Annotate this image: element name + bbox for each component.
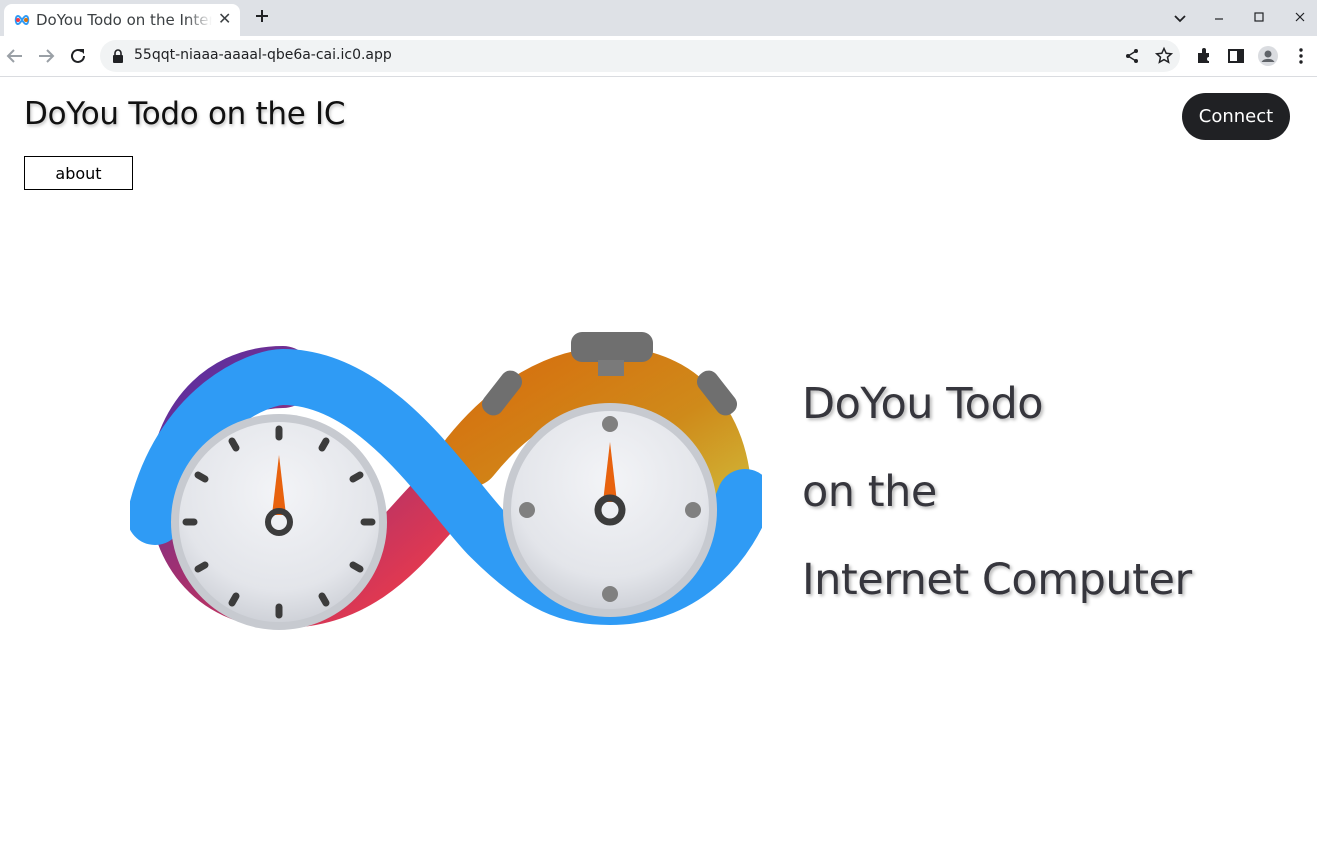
- right-clock-icon: [503, 403, 717, 617]
- hero-text: DoYou Todo on the Internet Computer: [802, 360, 1192, 624]
- infinity-icon: [14, 14, 30, 26]
- tab-strip: DoYou Todo on the Internet Computer ✕: [0, 0, 1317, 36]
- menu-icon[interactable]: [1291, 46, 1311, 66]
- lock-icon[interactable]: [112, 49, 124, 63]
- extensions-icon[interactable]: [1194, 46, 1214, 66]
- hero-line-1: DoYou Todo: [802, 379, 1044, 429]
- infinity-stopwatch-logo: [130, 332, 762, 630]
- forward-icon[interactable]: [35, 45, 57, 67]
- tab-close-icon[interactable]: ✕: [218, 9, 231, 28]
- hero-line-2: on the: [802, 467, 937, 517]
- close-icon[interactable]: [1290, 8, 1310, 28]
- tab-search-icon[interactable]: [1170, 8, 1190, 28]
- browser-toolbar: 55qqt-niaaa-aaaal-qbe6a-cai.ic0.app: [0, 36, 1317, 77]
- minimize-icon[interactable]: [1209, 8, 1229, 28]
- about-button[interactable]: about: [24, 156, 133, 190]
- site-title: DoYou Todo on the IC: [24, 96, 346, 132]
- browser-tab[interactable]: DoYou Todo on the Internet Computer ✕: [4, 4, 240, 36]
- profile-icon[interactable]: [1258, 46, 1278, 66]
- new-tab-icon[interactable]: [252, 6, 272, 26]
- tab-title: DoYou Todo on the Internet Computer: [36, 11, 212, 29]
- connect-button[interactable]: Connect: [1182, 93, 1290, 140]
- hero-line-3: Internet Computer: [802, 555, 1192, 605]
- reload-icon[interactable]: [67, 45, 89, 67]
- url-text: 55qqt-niaaa-aaaal-qbe6a-cai.ic0.app: [134, 47, 392, 63]
- address-bar[interactable]: 55qqt-niaaa-aaaal-qbe6a-cai.ic0.app: [100, 40, 1180, 72]
- star-icon[interactable]: [1154, 46, 1174, 66]
- maximize-icon[interactable]: [1249, 8, 1269, 28]
- page-content: DoYou Todo on the IC Connect about DoYou…: [0, 77, 1317, 842]
- left-clock-icon: [171, 414, 387, 630]
- back-icon[interactable]: [4, 45, 26, 67]
- share-icon[interactable]: [1122, 46, 1142, 66]
- side-panel-icon[interactable]: [1226, 46, 1246, 66]
